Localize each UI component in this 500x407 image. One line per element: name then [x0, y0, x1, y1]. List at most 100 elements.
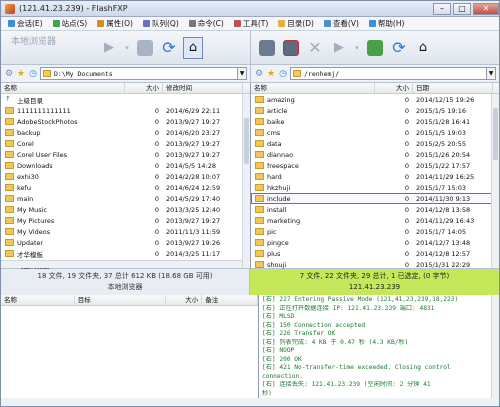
col-name[interactable]: 名称 [251, 83, 375, 93]
history-icon[interactable]: ◷ [278, 69, 288, 79]
remote-file-row[interactable]: shouji 0 2015/1/31 22:29 [251, 259, 499, 269]
play-icon[interactable]: ▶ [329, 37, 349, 59]
folder-icon [5, 184, 14, 191]
remote-file-row[interactable]: article 0 2015/1/5 19:16 [251, 105, 499, 116]
local-file-row[interactable]: My Videos 0 2011/11/3 11:59 [1, 226, 250, 237]
maximize-button[interactable]: □ [453, 2, 471, 15]
queue-col-size[interactable]: 大小 [166, 295, 203, 305]
local-file-row[interactable]: Corel User Files 0 2013/9/27 19:27 [1, 149, 250, 160]
local-file-row[interactable]: main 0 2014/5/29 17:40 [1, 193, 250, 204]
disconnect-icon[interactable] [281, 37, 301, 59]
remote-status-host: 121.41.23.239 [348, 283, 401, 291]
folder-icon [5, 239, 14, 246]
local-scrollbar[interactable] [242, 94, 250, 268]
remote-scrollbar[interactable] [491, 94, 499, 268]
remote-file-row[interactable]: include 0 2014/11/30 9:13 [251, 193, 499, 204]
menu-sites[interactable]: 站点(S) [48, 18, 93, 29]
remote-toolbar: ✕ ▶ ▾ ⟳ ⌂ [250, 31, 499, 64]
view-icon [323, 20, 331, 27]
remote-path-input[interactable]: /renhemj/ [290, 67, 487, 80]
connect-icon[interactable] [257, 37, 277, 59]
local-file-row[interactable]: My Music 0 2013/3/25 12:40 [1, 204, 250, 215]
refresh-icon[interactable]: ⟳ [159, 37, 179, 59]
local-file-row[interactable]: AdobeStockPhotos 0 2013/9/27 19:27 [1, 116, 250, 127]
remote-file-row[interactable]: marketing 0 2014/11/29 16:43 [251, 215, 499, 226]
menu-session[interactable]: 会话(E) [3, 18, 48, 29]
local-file-row[interactable]: Updater 0 2013/9/27 19:26 [1, 237, 250, 248]
queue-col-name[interactable]: 名称 [1, 295, 75, 305]
remote-file-row[interactable]: cms 0 2015/1/5 19:03 [251, 127, 499, 138]
col-size[interactable]: 大小 [375, 83, 413, 93]
remote-file-row[interactable]: pingce 0 2014/12/7 13:48 [251, 237, 499, 248]
refresh-icon[interactable]: ⟳ [389, 37, 409, 59]
chevron-down-icon[interactable]: ▾ [353, 37, 361, 59]
remote-file-row[interactable]: hkzhuji 0 2015/1/7 15:03 [251, 182, 499, 193]
log-line: connection. [262, 372, 303, 380]
col-modified[interactable]: 修改时间 [163, 83, 243, 93]
menu-help[interactable]: 帮助(H) [364, 18, 410, 29]
star-icon[interactable]: ★ [16, 69, 26, 79]
remote-file-row[interactable]: install 0 2014/12/8 13:58 [251, 204, 499, 215]
local-file-row[interactable]: My Pictures 0 2013/9/27 19:27 [1, 215, 250, 226]
col-size[interactable]: 大小 [125, 83, 163, 93]
folder-icon [255, 118, 264, 125]
download-icon[interactable] [365, 37, 385, 59]
remote-file-row[interactable]: amazing 0 2014/12/15 19:26 [251, 94, 499, 105]
folder-icon [5, 228, 14, 235]
local-file-row[interactable]: Corel 0 2013/9/27 19:27 [1, 138, 250, 149]
remote-status-text: 7 文件, 22 文件夹, 29 总计, 1 已选定, (0 字节) [299, 272, 450, 280]
gear-icon[interactable]: ⚙ [4, 69, 14, 79]
menu-tools[interactable]: 工具(T) [229, 18, 273, 29]
local-file-row[interactable]: exhi30 0 2014/2/28 10:07 [1, 171, 250, 182]
remote-file-row[interactable]: baike 0 2015/1/28 16:41 [251, 116, 499, 127]
queue-col-note[interactable]: 备注 [202, 295, 258, 305]
transfer-queue[interactable]: 名称 目标 大小 备注 [1, 295, 259, 398]
log-line: [右] 227 Entering Passive Mode (121,41,23… [262, 296, 459, 303]
chevron-down-icon[interactable]: ▾ [123, 37, 131, 59]
folder-icon [255, 96, 264, 103]
col-name[interactable]: 名称 [1, 83, 125, 93]
log-scrollbar[interactable] [491, 295, 499, 398]
session-log[interactable]: [右] 227 Entering Passive Mode (121,41,23… [259, 295, 499, 398]
remote-file-row[interactable]: plus 0 2014/12/8 12:57 [251, 248, 499, 259]
remote-file-row[interactable]: diannao 0 2015/1/26 20:54 [251, 149, 499, 160]
local-path-input[interactable]: D:\My Documents [40, 67, 238, 80]
menu-queue[interactable]: 队列(Q) [138, 18, 184, 29]
chevron-down-icon[interactable]: ▼ [238, 67, 247, 80]
history-icon[interactable]: ◷ [28, 69, 38, 79]
chevron-down-icon[interactable]: ▼ [487, 67, 496, 80]
remote-file-row[interactable]: data 0 2015/2/5 20:55 [251, 138, 499, 149]
remote-file-pane[interactable]: 名称 大小 日期 amazing 0 2014/12/15 19:26 article… [250, 83, 499, 269]
menu-commands[interactable]: 命令(C) [184, 18, 229, 29]
local-file-row[interactable]: backup 0 2014/6/20 23:27 [1, 127, 250, 138]
local-file-pane[interactable]: 名称 大小 修改时间 ↑ 上级目录 1111111111111 0 2014/6/29 … [1, 83, 250, 269]
play-icon[interactable]: ▶ [99, 37, 119, 59]
remote-file-row[interactable]: pic 0 2015/1/7 14:05 [251, 226, 499, 237]
minimize-button[interactable]: – [433, 2, 451, 15]
local-file-row[interactable]: 1111111111111 0 2014/6/29 22:11 [1, 105, 250, 116]
queue-col-target[interactable]: 目标 [75, 295, 167, 305]
close-button[interactable]: ✕ [473, 2, 499, 15]
abort-icon[interactable]: ✕ [305, 37, 325, 59]
menu-view[interactable]: 查看(V) [319, 18, 364, 29]
home-icon[interactable]: ⌂ [183, 36, 203, 59]
menu-directory[interactable]: 目录(D) [273, 18, 319, 29]
local-file-row[interactable]: 才华模板 0 2014/3/25 11:17 [1, 248, 250, 259]
gear-icon[interactable]: ⚙ [254, 69, 264, 79]
folder-icon [255, 107, 264, 114]
home-icon[interactable]: ⌂ [413, 37, 433, 59]
transfer-icon[interactable] [135, 37, 155, 59]
folder-icon [5, 195, 14, 202]
parent-directory-row[interactable]: ↑ 上级目录 [1, 94, 250, 105]
folder-icon [255, 217, 264, 224]
sites-icon [52, 20, 60, 27]
local-file-row[interactable]: kefu 0 2014/6/24 12:59 [1, 182, 250, 193]
menu-options[interactable]: 属性(O) [92, 18, 138, 29]
remote-file-row[interactable]: hard 0 2014/11/29 16:25 [251, 171, 499, 182]
remote-file-row[interactable]: freespace 0 2015/1/22 17:57 [251, 160, 499, 171]
menu-bar: 会话(E) 站点(S) 属性(O) 队列(Q) 命令(C) 工具(T) 目录(D… [1, 17, 499, 31]
col-date[interactable]: 日期 [413, 83, 493, 93]
star-icon[interactable]: ★ [266, 69, 276, 79]
local-file-row[interactable]: Downloads 0 2014/5/5 14:28 [1, 160, 250, 171]
local-hscrollbar[interactable] [1, 260, 242, 268]
